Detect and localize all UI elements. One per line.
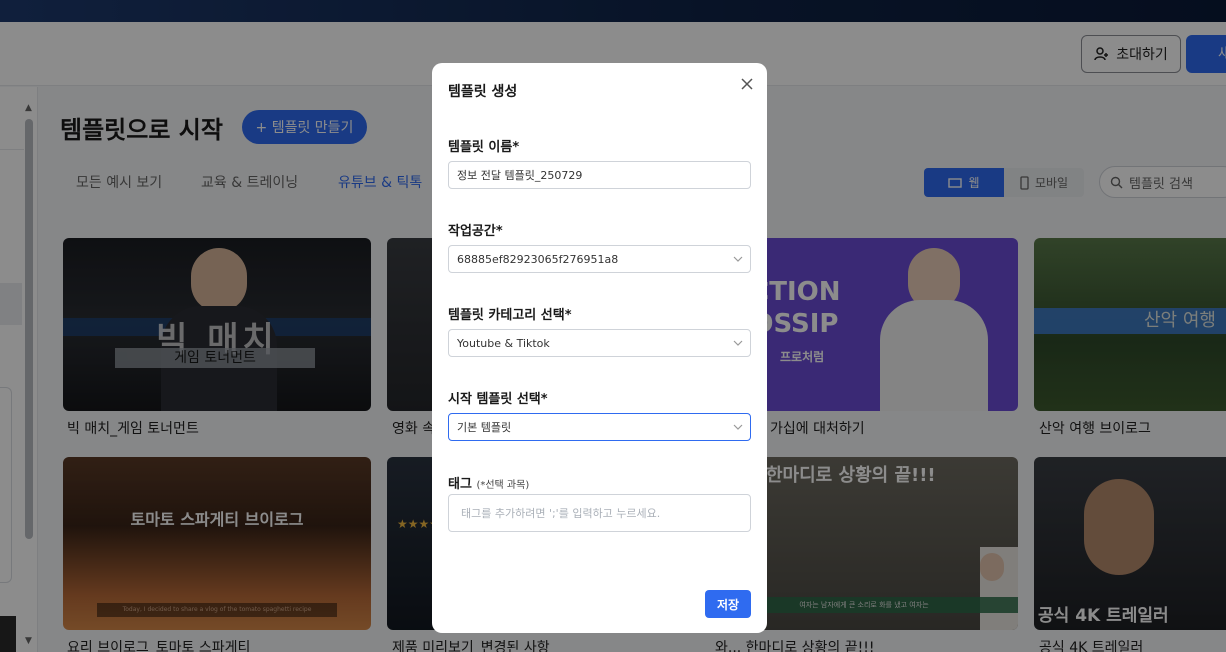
category-label: 템플릿 카테고리 선택* — [448, 308, 572, 323]
template-name-value: 정보 전달 템플릿_250729 — [457, 169, 583, 182]
tag-input[interactable]: 태그를 추가하려면 ';'를 입력하고 누르세요. — [448, 494, 751, 532]
modal-title: 템플릿 생성 — [448, 84, 518, 100]
tag-placeholder: 태그를 추가하려면 ';'를 입력하고 누르세요. — [461, 507, 661, 520]
close-icon[interactable] — [738, 75, 756, 93]
tag-label-text: 태그 — [448, 477, 472, 492]
category-value: Youtube & Tiktok — [457, 336, 550, 350]
start-template-value: 기본 템플릿 — [457, 421, 512, 434]
create-template-modal: 템플릿 생성 템플릿 이름* 정보 전달 템플릿_250729 작업공간* 68… — [432, 63, 767, 633]
start-template-label: 시작 템플릿 선택* — [448, 392, 548, 407]
workspace-value: 68885ef82923065f276951a8 — [457, 252, 619, 266]
workspace-label: 작업공간* — [448, 224, 503, 239]
template-name-label: 템플릿 이름* — [448, 140, 520, 155]
chevron-down-icon — [733, 256, 743, 262]
category-select[interactable]: Youtube & Tiktok — [448, 329, 751, 357]
chevron-down-icon — [733, 424, 743, 430]
chevron-down-icon — [733, 340, 743, 346]
save-button[interactable]: 저장 — [705, 590, 751, 618]
tag-optional-note: (*선택 과목) — [476, 480, 530, 491]
start-template-select[interactable]: 기본 템플릿 — [448, 413, 751, 441]
workspace-select[interactable]: 68885ef82923065f276951a8 — [448, 245, 751, 273]
tag-label: 태그 (*선택 과목) — [448, 473, 529, 492]
template-name-input[interactable]: 정보 전달 템플릿_250729 — [448, 161, 751, 189]
